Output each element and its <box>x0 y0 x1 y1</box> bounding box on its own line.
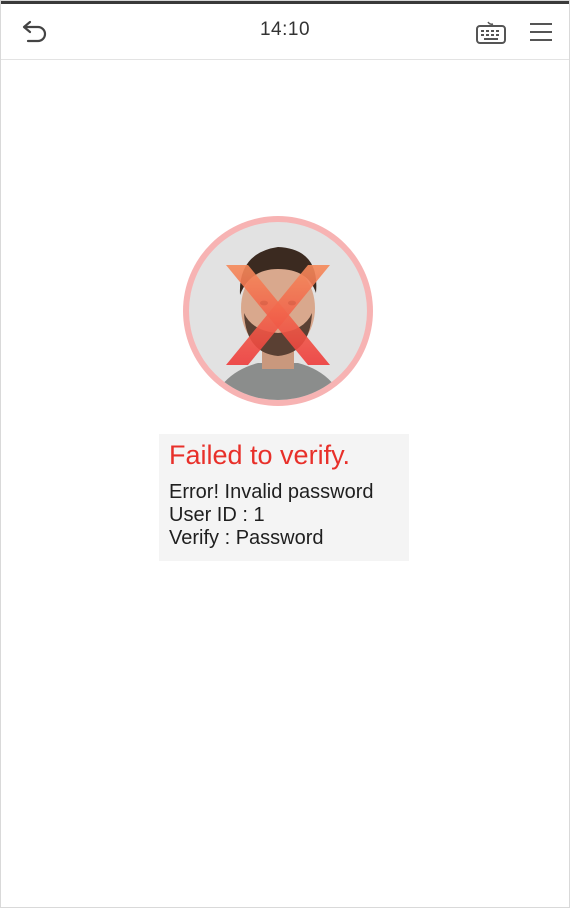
keyboard-icon <box>476 21 506 44</box>
top-bar: 14:10 <box>1 1 569 60</box>
keyboard-button[interactable] <box>475 21 507 45</box>
error-message: Error! Invalid password <box>169 481 374 503</box>
face-photo-icon <box>183 216 373 406</box>
menu-button[interactable] <box>528 20 554 44</box>
top-edge-line <box>1 1 569 4</box>
result-title: Failed to verify. <box>169 440 351 470</box>
hamburger-menu-icon <box>530 23 552 41</box>
verify-result-panel: Failed to verify. Error! Invalid passwor… <box>159 434 409 561</box>
user-face-failed <box>180 213 376 409</box>
user-id-label: User ID : 1 <box>169 504 265 526</box>
verify-mode-label: Verify : Password <box>169 527 324 549</box>
verification-screen: 14:10 Failed to verify. Error! Invalid p… <box>0 0 570 908</box>
